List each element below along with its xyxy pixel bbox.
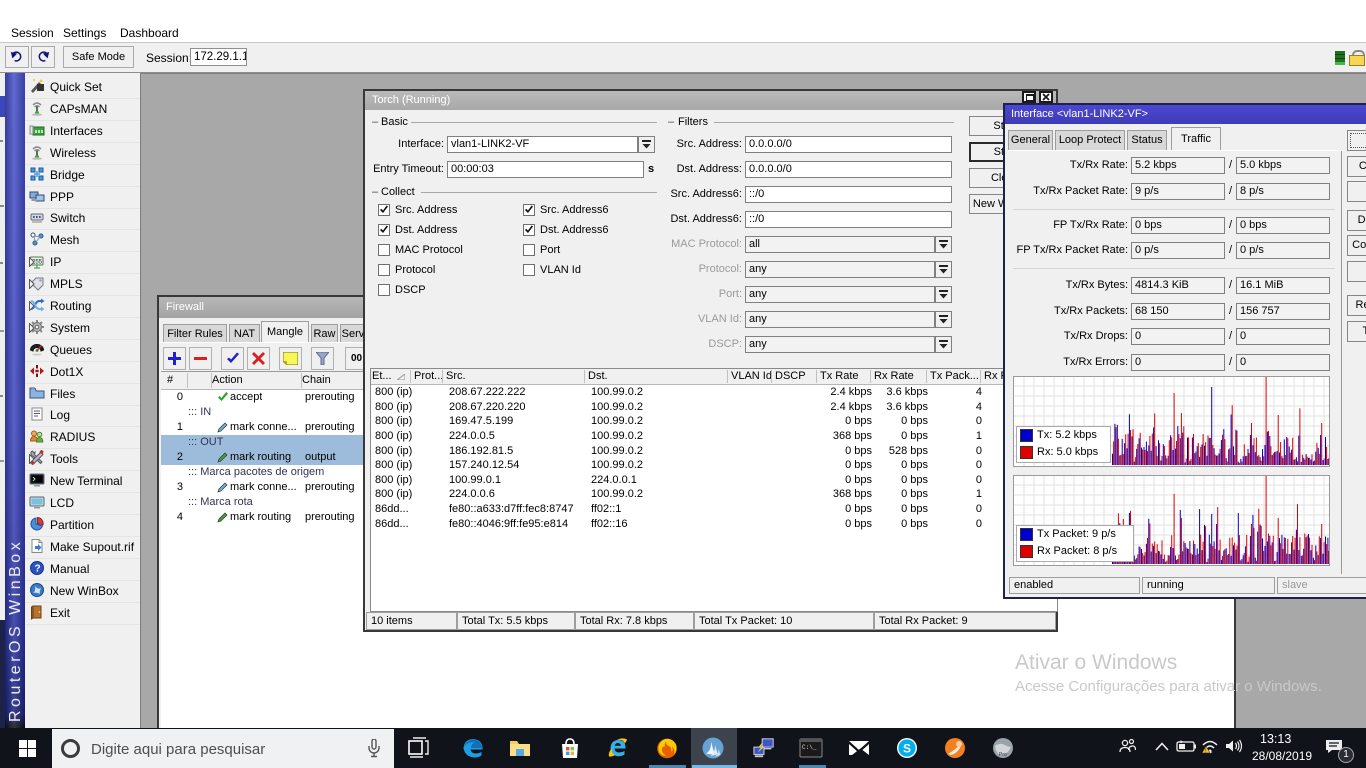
svg-text:S: S: [903, 742, 911, 756]
svg-text:?: ?: [35, 564, 41, 575]
svg-text:Pro: Pro: [999, 752, 1007, 758]
svg-text:C:\_: C:\_: [802, 744, 817, 751]
